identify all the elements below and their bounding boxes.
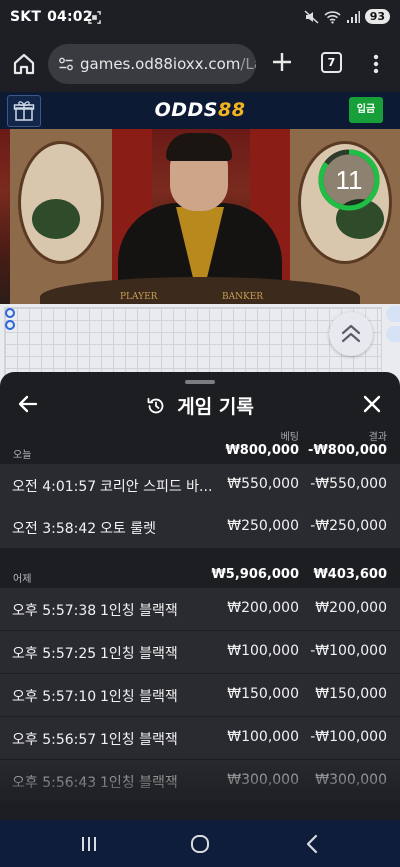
day-group-header: 오늘 ₩800,000 -₩800,000	[0, 442, 400, 462]
row-game: 오토 룰렛	[100, 521, 156, 537]
logo-text: ODDS	[154, 99, 218, 121]
site-logo[interactable]: ODDS88	[0, 99, 400, 121]
row-result: -₩550,000	[310, 476, 387, 492]
row-game: 1인칭 블랙잭	[100, 732, 178, 748]
new-tab-icon[interactable]	[268, 48, 296, 76]
collapse-panel-button[interactable]	[329, 312, 373, 356]
row-bet: ₩200,000	[227, 600, 299, 616]
dealer-hair	[166, 133, 232, 161]
day-label: 오늘	[13, 450, 32, 461]
row-bet: ₩150,000	[227, 686, 299, 702]
row-time: 오전 3:58:42	[12, 521, 97, 537]
row-time: 오후 5:56:57	[12, 732, 97, 748]
sheet-grabber[interactable]	[185, 380, 215, 384]
road-edge-marker	[386, 326, 400, 342]
day-total-bet: ₩800,000	[225, 443, 299, 458]
screen-capture-icon	[88, 11, 101, 24]
back-nav-icon[interactable]	[299, 830, 327, 858]
history-row[interactable]: 오전 4:01:57 코리안 스피드 바... ₩550,000 -₩550,0…	[0, 464, 400, 506]
url-path: /Laun	[240, 55, 256, 73]
battery-indicator: 93	[364, 9, 390, 24]
row-time: 오후 5:56:43	[12, 775, 97, 791]
row-game: 1인칭 블랙잭	[100, 689, 178, 705]
game-history-sheet: 게임 기록 베팅 결과 오늘 ₩800,000 -₩800,000 오전 4:0…	[0, 372, 400, 820]
row-result: ₩150,000	[315, 686, 387, 702]
left-screen-panel	[10, 129, 112, 304]
row-result: -₩250,000	[310, 518, 387, 534]
row-bet: ₩300,000	[227, 772, 299, 788]
logo-accent: 88	[217, 99, 246, 121]
row-time: 오전 4:01:57	[12, 479, 97, 495]
site-header: ODDS88 입금	[0, 92, 400, 129]
row-game: 1인칭 블랙잭	[100, 646, 178, 662]
carrier-label: SKT	[10, 9, 42, 25]
live-video[interactable]: PLAYER BANKER 11	[0, 129, 400, 304]
day-total-result: -₩800,000	[308, 443, 387, 458]
sheet-title: 게임 기록	[177, 396, 254, 418]
table-player-label: PLAYER	[120, 292, 158, 302]
row-result: -₩100,000	[310, 729, 387, 745]
home-icon[interactable]	[10, 50, 38, 78]
row-bet: ₩250,000	[227, 518, 299, 534]
row-time: 오후 5:57:25	[12, 646, 97, 662]
history-row[interactable]: 오전 3:58:42 오토 룰렛 ₩250,000 -₩250,000	[0, 506, 400, 548]
site-settings-icon[interactable]	[58, 56, 74, 72]
countdown-timer: 11	[318, 149, 380, 211]
home-circle-icon[interactable]	[186, 830, 214, 858]
tab-switcher-button[interactable]: 7	[321, 52, 342, 73]
road-marker	[5, 308, 15, 318]
system-navigation-bar	[0, 820, 400, 867]
left-bonsai	[32, 199, 80, 239]
column-header-bet: 베팅	[280, 432, 299, 443]
address-bar[interactable]: games.od88ioxx.com/Laun	[48, 44, 256, 84]
road-marker	[5, 320, 15, 330]
status-left: SKT 04:02	[10, 9, 93, 25]
url-text[interactable]: games.od88ioxx.com/Laun	[80, 55, 256, 73]
row-result: -₩100,000	[310, 643, 387, 659]
road-edge-marker	[386, 306, 400, 322]
mute-icon	[304, 9, 319, 24]
day-group-header: 어제 ₩5,906,000 ₩403,600	[0, 566, 400, 586]
clock: 04:02	[47, 9, 93, 25]
recent-apps-icon[interactable]	[75, 830, 103, 858]
sheet-title-bar: 게임 기록	[0, 392, 400, 419]
row-bet: ₩550,000	[227, 476, 299, 492]
history-icon	[147, 397, 164, 413]
double-chevron-up-icon	[341, 324, 361, 343]
row-time: 오후 5:57:38	[12, 603, 97, 619]
history-row[interactable]: 오후 5:57:25 1인칭 블랙잭 ₩100,000 -₩100,000	[0, 631, 400, 673]
row-time: 오후 5:57:10	[12, 689, 97, 705]
close-icon[interactable]	[360, 392, 384, 416]
url-host: games.od88ioxx.com	[80, 55, 241, 73]
countdown-value: 11	[336, 165, 363, 195]
column-header-result: 결과	[368, 432, 387, 443]
row-result: ₩200,000	[315, 600, 387, 616]
history-row[interactable]: 오후 5:57:38 1인칭 블랙잭 ₩200,000 ₩200,000	[0, 588, 400, 630]
day-label: 어제	[13, 574, 32, 585]
history-row[interactable]: 오후 5:57:10 1인칭 블랙잭 ₩150,000 ₩150,000	[0, 674, 400, 716]
row-game: 1인칭 블랙잭	[100, 775, 178, 791]
browser-toolbar: games.od88ioxx.com/Laun 7	[0, 36, 400, 92]
wifi-icon	[324, 10, 341, 24]
table-banker-label: BANKER	[222, 292, 264, 302]
row-bet: ₩100,000	[227, 729, 299, 745]
day-total-result: ₩403,600	[313, 567, 387, 582]
history-row[interactable]: 오후 5:56:43 1인칭 블랙잭 ₩300,000 ₩300,000	[0, 760, 400, 802]
signal-icon	[346, 10, 360, 23]
deposit-button[interactable]: 입금	[349, 97, 383, 123]
row-bet: ₩100,000	[227, 643, 299, 659]
more-menu-icon[interactable]	[366, 50, 386, 78]
status-right: 93	[304, 9, 390, 24]
row-game: 1인칭 블랙잭	[100, 603, 178, 619]
row-game: 코리안 스피드 바...	[100, 479, 212, 495]
history-row[interactable]: 오후 5:56:57 1인칭 블랙잭 ₩100,000 -₩100,000	[0, 717, 400, 759]
day-total-bet: ₩5,906,000	[211, 567, 299, 582]
status-bar: SKT 04:02 93	[0, 0, 400, 36]
row-result: ₩300,000	[315, 772, 387, 788]
